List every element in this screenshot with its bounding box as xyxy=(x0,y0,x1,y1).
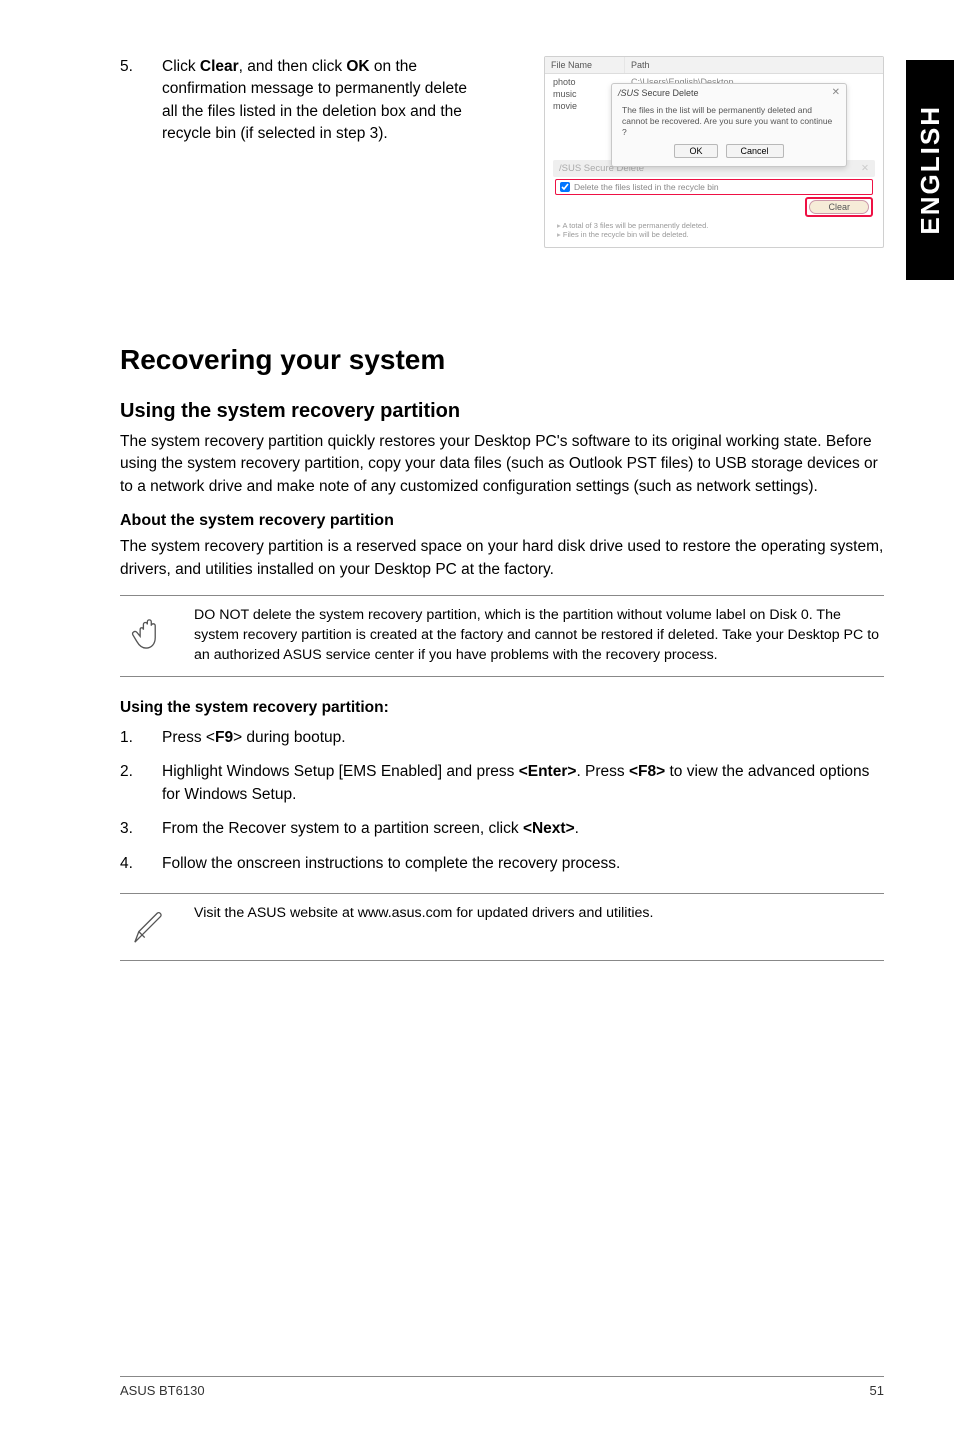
ss-header: File Name Path xyxy=(545,57,883,74)
step-1: 1. Press <F9> during bootup. xyxy=(120,727,884,749)
clear-wrap: Clear xyxy=(545,197,883,217)
s1a: Press < xyxy=(162,729,215,746)
step-3: 3. From the Recover system to a partition… xyxy=(120,818,884,840)
clear-highlight: Clear xyxy=(805,197,873,217)
step-2: 2. Highlight Windows Setup [EMS Enabled] … xyxy=(120,761,884,806)
dialog-message: The files in the list will be permanentl… xyxy=(612,101,846,144)
dialog-titlebar: /SUS Secure Delete ✕ xyxy=(612,84,846,101)
ss-notes: A total of 3 files will be permanently d… xyxy=(557,221,871,239)
s2b: <Enter> xyxy=(519,763,577,780)
t-b: , and then click xyxy=(239,58,347,75)
using-heading: Using the system recovery partition: xyxy=(120,699,884,717)
col-path: Path xyxy=(625,57,656,73)
step-4: 4. Follow the onscreen instructions to co… xyxy=(120,853,884,875)
recycle-bin-label: Delete the files listed in the recycle b… xyxy=(574,182,719,192)
page-footer: ASUS BT6130 51 xyxy=(120,1376,884,1398)
s1b: F9 xyxy=(215,729,233,746)
ss-lower: /SUS Secure Delete ✕ Delete the files li… xyxy=(545,160,883,239)
dialog-title: /SUS Secure Delete xyxy=(618,88,699,98)
step-5-row: 5. Click Clear, and then click OK on the… xyxy=(120,56,884,248)
steps-list: 1. Press <F9> during bootup. 2. Highlight … xyxy=(120,727,884,875)
footer-model: ASUS BT6130 xyxy=(120,1383,205,1398)
close-icon[interactable]: ✕ xyxy=(861,163,869,174)
close-icon[interactable]: ✕ xyxy=(832,87,840,98)
step-2-text: Highlight Windows Setup [EMS Enabled] an… xyxy=(162,761,884,806)
info-text: Visit the ASUS website at www.asus.com f… xyxy=(194,904,880,924)
secure-delete-screenshot: File Name Path photoC:\Users\English\Des… xyxy=(544,56,884,248)
info-note: Visit the ASUS website at www.asus.com f… xyxy=(120,893,884,961)
confirm-dialog: /SUS Secure Delete ✕ The files in the li… xyxy=(611,83,847,167)
t-a: Click xyxy=(162,58,200,75)
step-5-number: 5. xyxy=(120,56,144,146)
step-3-num: 3. xyxy=(120,818,144,840)
recycle-bin-checkbox-row[interactable]: Delete the files listed in the recycle b… xyxy=(555,179,873,195)
cancel-button[interactable]: Cancel xyxy=(726,144,784,158)
language-tab-label: ENGLISH xyxy=(915,105,946,235)
about-heading: About the system recovery partition xyxy=(120,512,884,530)
recycle-bin-checkbox[interactable] xyxy=(560,182,570,192)
s2a: Highlight Windows Setup [EMS Enabled] an… xyxy=(162,763,519,780)
t-ok: OK xyxy=(346,58,369,75)
t-clear: Clear xyxy=(200,58,239,75)
s2b2: <F8> xyxy=(629,763,665,780)
col-filename: File Name xyxy=(545,57,625,73)
warning-note: DO NOT delete the system recovery partit… xyxy=(120,595,884,677)
subsection-title: Using the system recovery partition xyxy=(120,400,884,423)
step-2-num: 2. xyxy=(120,761,144,806)
s3b: <Next> xyxy=(523,820,575,837)
step-4-text: Follow the onscreen instructions to comp… xyxy=(162,853,884,875)
step-1-text: Press <F9> during bootup. xyxy=(162,727,884,749)
s3c: . xyxy=(575,820,579,837)
step-1-num: 1. xyxy=(120,727,144,749)
pencil-icon xyxy=(120,904,176,950)
s2m: . Press xyxy=(576,763,629,780)
language-tab: ENGLISH xyxy=(906,60,954,280)
ok-button[interactable]: OK xyxy=(674,144,717,158)
section-title: Recovering your system xyxy=(120,344,884,376)
ss-note-2: Files in the recycle bin will be deleted… xyxy=(557,230,871,239)
warning-text: DO NOT delete the system recovery partit… xyxy=(194,606,880,666)
step-3-text: From the Recover system to a partition s… xyxy=(162,818,884,840)
step-4-num: 4. xyxy=(120,853,144,875)
s3a: From the Recover system to a partition s… xyxy=(162,820,523,837)
s1c: > during bootup. xyxy=(233,729,345,746)
ss-note-1: A total of 3 files will be permanently d… xyxy=(557,221,871,230)
step-5-body: Click Clear, and then click OK on the co… xyxy=(162,56,480,146)
screenshot-wrap: File Name Path photoC:\Users\English\Des… xyxy=(504,56,884,248)
stop-hand-icon xyxy=(120,606,176,652)
clear-button[interactable]: Clear xyxy=(809,200,869,214)
paragraph-1: The system recovery partition quickly re… xyxy=(120,431,884,498)
dlg-title-text: Secure Delete xyxy=(642,88,699,98)
footer-page-number: 51 xyxy=(870,1383,884,1398)
step-5-text: 5. Click Clear, and then click OK on the… xyxy=(120,56,480,146)
paragraph-2: The system recovery partition is a reser… xyxy=(120,536,884,581)
s4a: Follow the onscreen instructions to comp… xyxy=(162,855,620,872)
brand: /SUS xyxy=(618,88,639,98)
